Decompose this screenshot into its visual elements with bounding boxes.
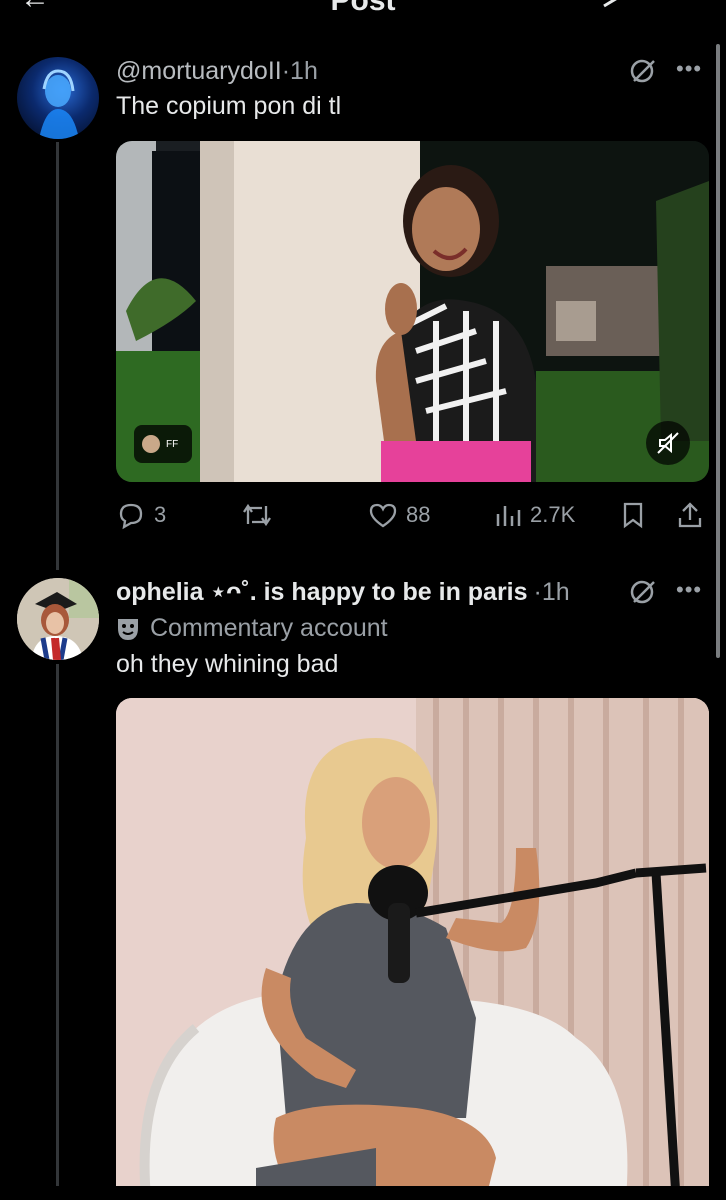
grok-icon[interactable] <box>628 56 658 86</box>
repost-icon <box>243 503 271 527</box>
display-name[interactable]: ophelia ⋆ᴖ˚. is happy to be in paris <box>116 578 528 606</box>
post-video[interactable]: FF <box>116 141 709 482</box>
post-header: @mortuarydoII·1h <box>116 57 318 86</box>
top-bar: ← Post <box>0 0 726 22</box>
bookmark-icon[interactable] <box>620 500 646 530</box>
theater-mask-icon <box>118 618 138 640</box>
user-handle[interactable]: @mortuarydoII <box>116 57 282 85</box>
image-frame <box>116 698 709 1198</box>
avatar[interactable] <box>17 578 99 660</box>
timestamp[interactable]: 1h <box>542 578 570 606</box>
views-count: 2.7K <box>530 502 576 527</box>
reply-count: 3 <box>154 502 167 527</box>
avatar-figure-icon <box>39 69 79 139</box>
thread-line <box>56 664 59 1186</box>
post-text: oh they whining bad <box>116 650 339 678</box>
post-text: The copium pon di tl <box>116 92 342 120</box>
video-tag[interactable]: FF <box>134 425 192 463</box>
like-count: 88 <box>406 502 431 527</box>
thread-line <box>56 142 59 570</box>
post-header: ophelia ⋆ᴖ˚. is happy to be in paris ·1h <box>116 577 570 607</box>
more-options-icon[interactable]: ••• <box>676 577 702 603</box>
post-image[interactable] <box>116 698 709 1198</box>
more-options-icon[interactable]: ••• <box>676 56 702 82</box>
video-frame <box>116 141 709 482</box>
views-button[interactable]: 2.7K <box>494 500 575 530</box>
scrollbar[interactable] <box>716 44 720 658</box>
muted-speaker-icon <box>657 432 679 454</box>
tag-label: FF <box>166 438 179 450</box>
avatar-figure-icon <box>17 578 99 660</box>
grok-refresh-icon[interactable] <box>600 0 628 14</box>
separator: · <box>281 57 291 85</box>
mute-button[interactable] <box>646 421 690 465</box>
heart-icon <box>369 503 397 528</box>
account-label-text: Commentary account <box>150 614 388 642</box>
separator: · <box>533 578 542 606</box>
repost-button[interactable] <box>240 500 274 530</box>
views-icon <box>496 506 521 526</box>
bottom-edge <box>0 1186 726 1200</box>
tag-avatar <box>142 435 160 453</box>
share-icon[interactable] <box>676 500 704 530</box>
reply-icon <box>119 503 143 530</box>
avatar[interactable] <box>17 57 99 139</box>
reply-button[interactable]: 3 <box>116 500 166 530</box>
grok-icon[interactable] <box>628 577 658 607</box>
account-label[interactable]: Commentary account <box>116 614 388 643</box>
timestamp[interactable]: 1h <box>290 57 318 85</box>
like-button[interactable]: 88 <box>368 500 430 530</box>
